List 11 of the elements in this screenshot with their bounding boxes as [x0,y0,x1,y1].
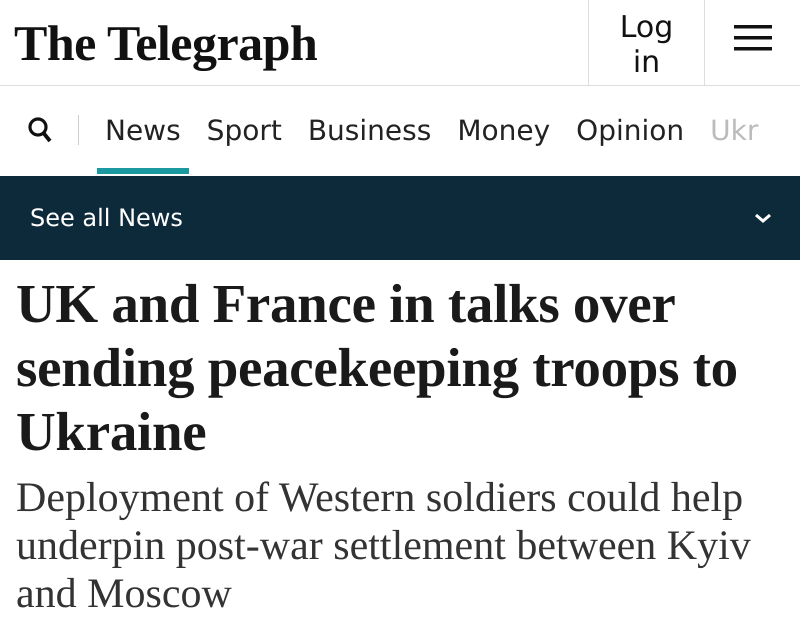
section-dropdown[interactable]: See all News [0,176,800,260]
chevron-icon [754,212,772,224]
search-icon[interactable] [28,117,52,143]
nav-tab[interactable]: Money [449,86,558,174]
nav-tab[interactable]: Sport [198,86,290,174]
headline: UK and France in talks over sending peacekeeping troops to Ukraine [16,272,739,464]
nav-tab[interactable]: Business [300,86,440,174]
standfirst: Deployment of Western soldiers could help underpin post-war settlement between Kyiv and Moscow [16,474,752,618]
logo[interactable]: The Telegraph [0,0,588,85]
menu-icon [734,24,772,50]
nav-tab[interactable]: Opinion [568,86,692,174]
